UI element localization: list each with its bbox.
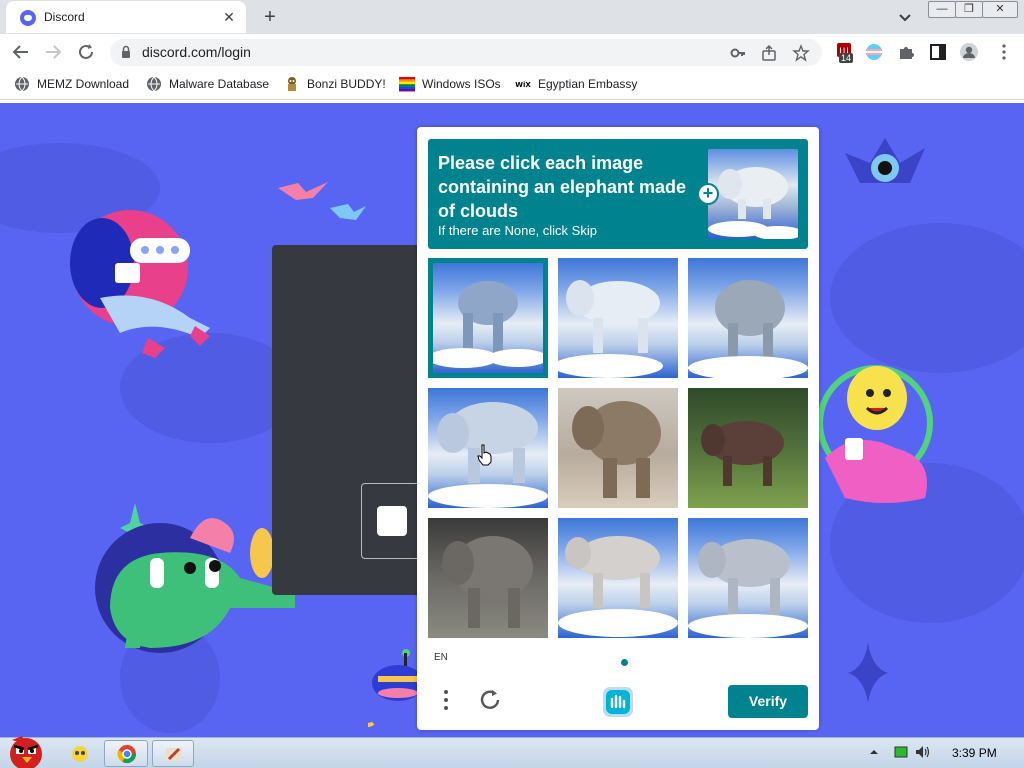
back-arrow-icon[interactable] xyxy=(10,41,32,63)
captcha-prompt-banner: Please click each image containing an el… xyxy=(428,139,808,249)
url-text[interactable]: discord.com/login xyxy=(142,44,251,60)
language-selector[interactable]: EN xyxy=(434,652,448,663)
hand-cursor-icon xyxy=(477,444,492,466)
captcha-tile-3[interactable] xyxy=(688,258,808,378)
address-bar[interactable]: discord.com/login xyxy=(110,39,822,66)
captcha-tile-2[interactable] xyxy=(558,258,678,378)
tab-search-chevron-icon[interactable] xyxy=(896,8,914,26)
paint-app-icon xyxy=(166,748,182,760)
captcha-tile-9[interactable] xyxy=(688,518,808,638)
page-indicator-dot xyxy=(621,659,628,666)
bookmark-star-icon[interactable] xyxy=(792,44,810,62)
sample-cloud-elephant-image[interactable] xyxy=(708,149,798,239)
forward-arrow-icon[interactable] xyxy=(42,41,64,63)
bookmark-windows-isos[interactable]: Windows ISOs xyxy=(399,76,501,92)
bookmark-memz-download[interactable]: MEMZ Download xyxy=(14,76,129,92)
person-with-phone-illustration-icon xyxy=(70,210,210,358)
captcha-prompt-text: Please click each image containing an el… xyxy=(438,153,687,221)
tray-expand-arrow-icon[interactable] xyxy=(868,746,880,758)
paper-birds-illustration-icon xyxy=(278,182,366,220)
share-icon[interactable] xyxy=(760,44,778,62)
globe-icon xyxy=(15,76,29,92)
taskbar-clock[interactable]: 3:39 PM xyxy=(952,746,997,760)
captcha-tile-5[interactable] xyxy=(558,388,678,508)
lock-icon[interactable] xyxy=(119,45,133,59)
tab-strip: Discord ✕ + — ❐ ✕ xyxy=(0,0,1024,34)
verify-button[interactable]: Verify xyxy=(728,685,808,718)
captcha-tile-7[interactable] xyxy=(428,518,548,638)
bookmark-bonzi-buddy[interactable]: Bonzi BUDDY! xyxy=(284,76,386,92)
tab-discord[interactable]: Discord ✕ xyxy=(6,1,246,33)
taskbar: 3:39 PM xyxy=(0,736,1024,768)
bonzi-icon xyxy=(288,77,296,91)
bookmarks-bar: MEMZ Download Malware Database Bonzi BUD… xyxy=(0,68,1024,100)
captcha-subtext: If there are None, click Skip xyxy=(438,223,597,238)
new-tab-button[interactable]: + xyxy=(258,5,282,29)
side-panel-icon[interactable] xyxy=(929,43,947,61)
bat-creature-illustration-icon xyxy=(845,138,925,183)
taskbar-chrome-button[interactable] xyxy=(104,740,148,767)
tab-title: Discord xyxy=(44,10,85,24)
yellow-creature-illustration-icon xyxy=(817,365,933,503)
extension-badge: 14 xyxy=(839,53,854,63)
extension-shield-icon[interactable]: Ш 14 xyxy=(836,42,854,63)
discord-favicon-icon xyxy=(20,10,36,26)
battery-icon[interactable] xyxy=(894,745,908,759)
close-window-button[interactable]: ✕ xyxy=(982,1,1018,18)
qr-code-placeholder-icon xyxy=(377,506,407,536)
trans-flag-extension-icon[interactable] xyxy=(865,43,883,61)
browser-menu-icon[interactable] xyxy=(995,43,1013,61)
captcha-menu-icon[interactable] xyxy=(437,687,455,713)
robot-illustration-icon xyxy=(368,649,418,727)
explorer-folder-icon[interactable] xyxy=(70,744,90,764)
sparkle-star-icon xyxy=(848,643,888,703)
browser-toolbar: discord.com/login Ш 14 xyxy=(0,34,1024,68)
refresh-challenge-icon[interactable] xyxy=(477,687,503,713)
svg-text:WiX: WiX xyxy=(515,81,531,89)
bookmark-malware-database[interactable]: Malware Database xyxy=(146,76,269,92)
captcha-widget: Please click each image containing an el… xyxy=(417,127,819,730)
qr-code-panel[interactable] xyxy=(361,483,418,559)
hcaptcha-logo-icon xyxy=(603,687,633,717)
profile-avatar-icon[interactable] xyxy=(960,43,978,61)
reload-icon[interactable] xyxy=(75,41,97,63)
captcha-tile-6[interactable] xyxy=(688,388,808,508)
wix-icon: WiX xyxy=(515,81,531,89)
key-icon[interactable] xyxy=(729,44,747,62)
extensions-puzzle-icon[interactable] xyxy=(897,43,915,61)
rainbow-flag-icon xyxy=(399,77,415,92)
taskbar-app-button[interactable] xyxy=(152,740,194,767)
captcha-tile-1[interactable] xyxy=(428,258,548,378)
minimize-button[interactable]: — xyxy=(928,1,956,18)
volume-speaker-icon[interactable] xyxy=(914,744,932,760)
bookmark-egyptian-embassy[interactable]: WiX Egyptian Embassy xyxy=(515,76,637,92)
restore-button[interactable]: ❐ xyxy=(955,1,983,18)
start-button-angry-bird-icon[interactable] xyxy=(2,730,50,768)
captcha-tile-8[interactable] xyxy=(558,518,678,638)
expand-sample-plus-icon[interactable]: + xyxy=(697,183,719,205)
globe-icon xyxy=(147,76,161,92)
chrome-icon xyxy=(117,745,136,764)
tab-close-button[interactable]: ✕ xyxy=(220,8,238,26)
